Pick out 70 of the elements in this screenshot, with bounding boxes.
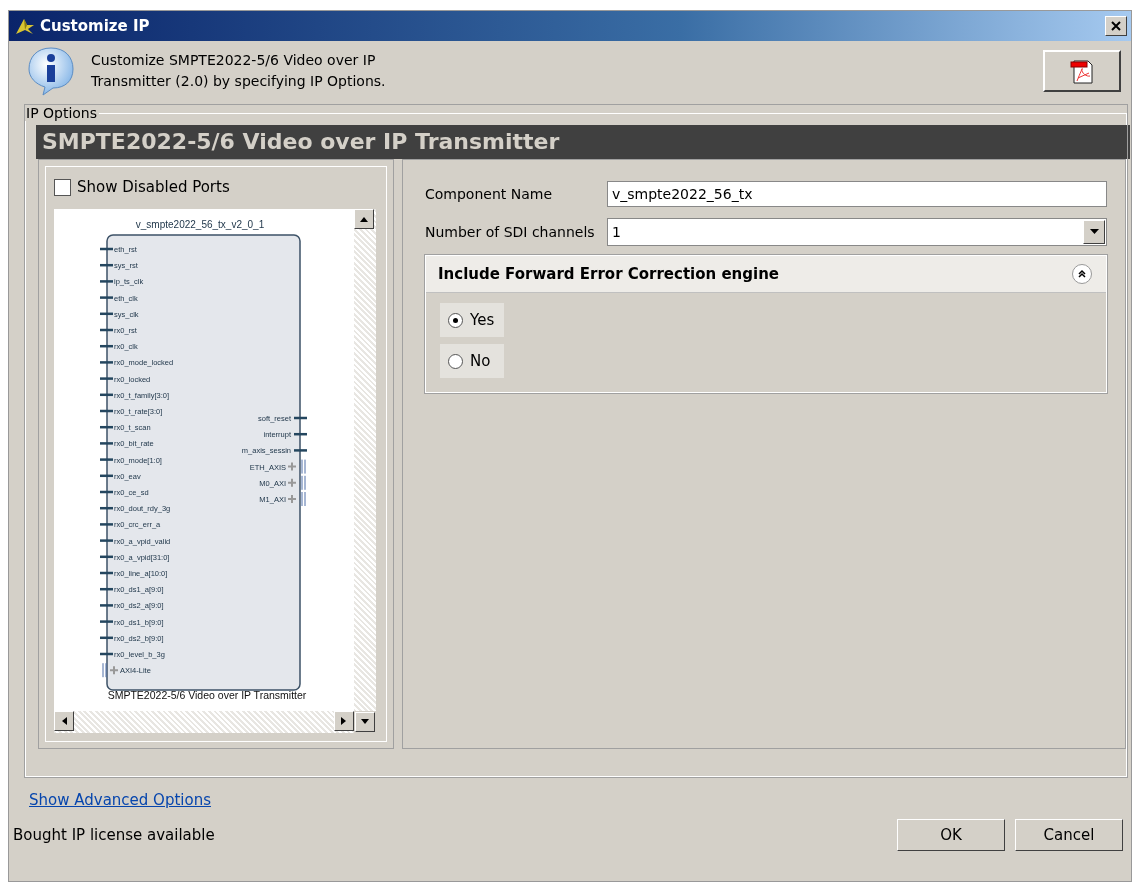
port-pin bbox=[100, 361, 113, 364]
port-pin bbox=[294, 449, 307, 452]
bus-port-icon bbox=[102, 662, 119, 678]
window-title: Customize IP bbox=[40, 17, 151, 35]
radio-option[interactable]: No bbox=[440, 344, 504, 378]
radio-option[interactable]: Yes bbox=[440, 303, 504, 337]
instance-name: v_smpte2022_56_tx_v2_0_1 bbox=[135, 219, 265, 230]
down-arrow-icon[interactable] bbox=[361, 719, 369, 725]
port-pin bbox=[100, 523, 113, 526]
port-pin bbox=[100, 474, 113, 478]
up-arrow-icon[interactable] bbox=[360, 216, 368, 222]
port-pin bbox=[100, 620, 113, 623]
collapse-icon[interactable] bbox=[1072, 264, 1092, 284]
description-text: Customize SMPTE2022-5/6 Video over IP Transmitter (2.0) by specifying IP Options. bbox=[91, 51, 387, 91]
field-label: Number of SDI channels bbox=[425, 224, 596, 240]
radio-button[interactable] bbox=[448, 353, 463, 369]
left-arrow-icon[interactable] bbox=[61, 717, 67, 725]
port-pin bbox=[100, 490, 113, 494]
horizontal-scrollbar[interactable] bbox=[54, 711, 354, 733]
port-pin bbox=[100, 296, 113, 299]
port-pin bbox=[100, 425, 113, 429]
port-pin bbox=[100, 636, 113, 640]
show-advanced-options-link[interactable]: Show Advanced Options bbox=[29, 791, 211, 809]
documentation-button[interactable] bbox=[1043, 50, 1121, 92]
pdf-icon bbox=[1069, 57, 1095, 85]
group-title: Include Forward Error Correction engine bbox=[438, 265, 781, 283]
port-pin bbox=[100, 247, 113, 251]
group-label: IP Options bbox=[25, 105, 99, 121]
port-pin bbox=[100, 280, 113, 283]
port-pin bbox=[100, 539, 113, 542]
port-pin bbox=[100, 506, 113, 510]
bus-port-icon bbox=[287, 459, 306, 475]
radio-button[interactable] bbox=[448, 312, 463, 328]
port-pin bbox=[100, 555, 113, 559]
info-icon bbox=[25, 45, 77, 97]
port-pin bbox=[100, 652, 113, 656]
scroll-right-button[interactable] bbox=[334, 711, 354, 731]
port-pin bbox=[100, 393, 113, 397]
component-name-field[interactable]: v_smpte2022_56_tx bbox=[607, 181, 1107, 207]
banner-title: SMPTE2022-5/6 Video over IP Transmitter bbox=[36, 125, 1130, 159]
dialog-button[interactable]: Cancel bbox=[1015, 819, 1123, 851]
right-arrow-icon[interactable] bbox=[341, 717, 347, 725]
scroll-left-button[interactable] bbox=[54, 711, 74, 731]
close-icon[interactable] bbox=[1110, 20, 1122, 32]
port-pin bbox=[100, 409, 113, 413]
app-logo-icon bbox=[14, 17, 36, 35]
port-pin bbox=[100, 377, 113, 380]
bus-port-icon bbox=[287, 491, 306, 507]
sdi-channels-dropdown[interactable]: 1 bbox=[607, 218, 1107, 246]
field-label: Component Name bbox=[425, 186, 554, 202]
vertical-scrollbar[interactable] bbox=[354, 209, 376, 711]
port-pin bbox=[100, 587, 113, 591]
scroll-down-button[interactable] bbox=[355, 712, 375, 732]
dialog-button[interactable]: OK bbox=[897, 819, 1005, 851]
port-pin bbox=[100, 312, 113, 316]
checkbox[interactable] bbox=[54, 178, 71, 196]
bus-port-icon bbox=[287, 475, 306, 491]
port-pin bbox=[100, 263, 113, 267]
port-pin bbox=[100, 458, 113, 461]
scroll-up-button[interactable] bbox=[354, 209, 374, 229]
port-pin bbox=[100, 571, 113, 575]
port-pin bbox=[100, 604, 113, 607]
port-pin bbox=[294, 416, 307, 420]
block-caption: SMPTE2022-5/6 Video over IP Transmitter bbox=[107, 689, 307, 701]
close-button[interactable] bbox=[1105, 16, 1127, 36]
port-pin bbox=[100, 442, 113, 445]
license-status-text: Bought IP license available bbox=[13, 826, 216, 844]
port-pin bbox=[100, 328, 113, 332]
port-pin bbox=[294, 432, 307, 436]
port-pin bbox=[100, 344, 113, 348]
